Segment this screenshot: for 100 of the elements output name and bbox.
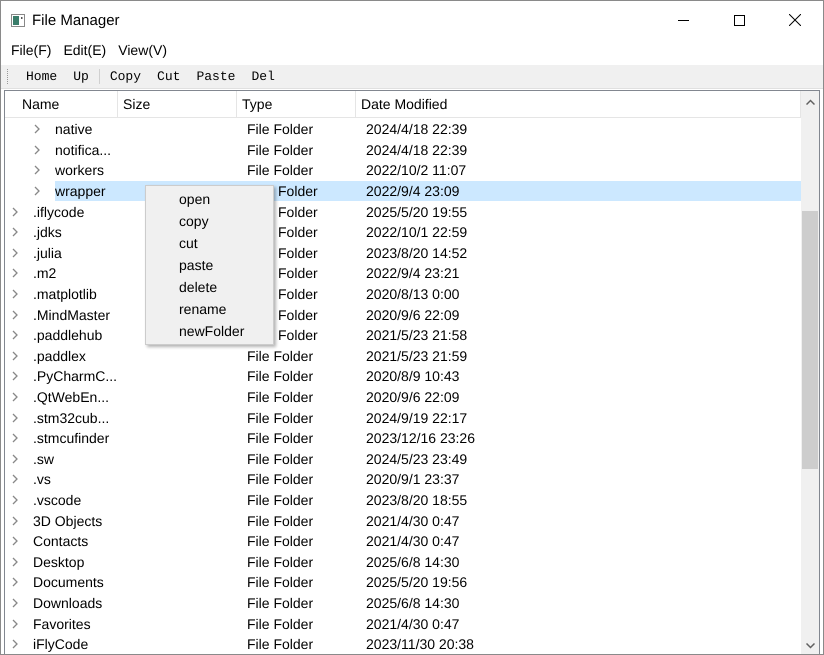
file-type: File Folder — [246, 368, 314, 384]
file-type: File Folder — [246, 142, 314, 158]
file-name[interactable]: notifica... — [55, 142, 124, 158]
app-icon — [11, 14, 25, 26]
toolbar-button[interactable]: Up — [65, 69, 97, 84]
date-modified: 2021/4/30 0:47 — [365, 616, 460, 632]
file-type: File Folder — [246, 471, 314, 488]
file-type: Folder — [277, 204, 319, 220]
file-type: File Folder — [246, 348, 314, 364]
menu-item[interactable]: View(V) — [112, 42, 173, 58]
file-type: File Folder — [246, 430, 314, 446]
file-type: File Folder — [246, 574, 314, 590]
file-type: Folder — [277, 306, 319, 323]
date-modified: 2022/9/4 23:09 — [365, 183, 460, 200]
date-modified: 2024/4/18 22:39 — [365, 142, 468, 158]
date-modified: 2020/9/6 22:09 — [365, 389, 460, 406]
file-type: File Folder — [246, 616, 314, 632]
file-name[interactable]: Desktop — [33, 554, 124, 570]
date-modified: 2023/12/16 23:26 — [365, 430, 476, 446]
file-type: Folder — [277, 265, 319, 282]
file-type: Folder — [277, 244, 319, 261]
file-name[interactable]: .julia — [33, 244, 124, 261]
file-type: File Folder — [246, 162, 314, 178]
file-name[interactable]: Favorites — [33, 616, 124, 632]
file-type: File Folder — [246, 492, 314, 508]
file-name[interactable]: .iflycode — [33, 204, 124, 220]
toolbar-button[interactable]: Del — [243, 69, 283, 84]
file-name[interactable]: iFlyCode — [33, 636, 124, 652]
date-modified: 2021/4/30 0:47 — [365, 533, 460, 550]
menu-item[interactable]: Edit(E) — [57, 42, 112, 58]
file-name[interactable]: .jdks — [33, 224, 124, 240]
toolbar-button[interactable]: Cut — [149, 69, 188, 84]
file-name[interactable]: .stm32cub... — [33, 410, 124, 426]
file-type: File Folder — [246, 450, 314, 467]
chevron-down-icon — [806, 643, 814, 649]
date-modified: 2025/6/8 14:30 — [365, 594, 460, 611]
file-type: Folder — [277, 183, 319, 200]
date-modified: 2022/10/1 22:59 — [365, 224, 468, 240]
toolbar-button[interactable]: Paste — [188, 69, 244, 84]
menu-item[interactable]: File(F) — [5, 42, 58, 58]
context-menu-item[interactable]: open — [146, 188, 273, 210]
file-name[interactable]: .m2 — [33, 265, 124, 282]
file-name[interactable]: .sw — [33, 450, 124, 467]
file-type: Folder — [277, 327, 319, 344]
file-type: File Folder — [246, 389, 314, 406]
scrollbar[interactable] — [801, 91, 819, 654]
date-modified: 2024/9/19 22:17 — [365, 410, 468, 426]
file-name[interactable]: .paddlex — [33, 348, 124, 364]
date-modified: 2025/5/20 19:55 — [365, 204, 468, 220]
maximize-icon — [734, 14, 744, 26]
context-menu-item[interactable]: delete — [146, 276, 273, 298]
chevron-up-icon — [806, 99, 814, 105]
close-icon — [789, 14, 801, 26]
file-type: Folder — [277, 224, 319, 240]
file-name[interactable]: .vscode — [33, 492, 124, 508]
file-name[interactable]: native — [55, 121, 124, 138]
file-name[interactable]: .MindMaster — [33, 306, 124, 323]
date-modified: 2020/9/1 23:37 — [365, 471, 460, 488]
file-name[interactable]: .PyCharmC... — [33, 368, 124, 384]
file-type: File Folder — [246, 121, 314, 138]
file-name[interactable]: 3D Objects — [33, 512, 124, 529]
date-modified: 2023/11/30 20:38 — [365, 636, 475, 652]
date-modified: 2025/6/8 14:30 — [365, 554, 460, 570]
date-modified: 2020/8/9 10:43 — [365, 368, 460, 384]
toolbar-button[interactable]: Home — [18, 69, 66, 84]
window-title: File Manager — [32, 12, 120, 28]
date-modified: 2021/5/23 21:59 — [365, 348, 468, 364]
context-menu-item[interactable]: copy — [146, 210, 273, 232]
file-type: Folder — [277, 286, 319, 302]
context-menu-item[interactable]: rename — [146, 298, 273, 320]
date-modified: 2020/9/6 22:09 — [365, 306, 460, 323]
context-menu-item[interactable]: cut — [146, 232, 273, 254]
context-menu-item[interactable]: newFolder — [146, 320, 273, 342]
file-name[interactable]: .matplotlib — [33, 286, 124, 302]
date-modified: 2021/4/30 0:47 — [365, 512, 460, 529]
date-modified: 2022/10/2 11:07 — [365, 162, 468, 178]
file-name[interactable]: Documents — [33, 574, 124, 590]
file-name[interactable]: Downloads — [33, 594, 124, 611]
file-type: File Folder — [246, 636, 314, 652]
file-type: File Folder — [246, 410, 314, 426]
file-name[interactable]: .QtWebEn... — [33, 389, 124, 406]
file-type: File Folder — [246, 594, 314, 611]
file-name[interactable]: Contacts — [33, 533, 124, 550]
scrollbar-thumb[interactable] — [802, 211, 818, 469]
file-name[interactable]: .stmcufinder — [33, 430, 124, 446]
toolbar-button[interactable]: Copy — [102, 69, 150, 84]
file-name[interactable]: workers — [55, 162, 124, 178]
file-type: File Folder — [246, 554, 314, 570]
date-modified: 2023/8/20 14:52 — [365, 244, 468, 261]
date-modified: 2024/5/23 23:49 — [365, 450, 468, 467]
context-menu-item[interactable]: paste — [146, 254, 273, 276]
file-name[interactable]: .paddlehub — [33, 327, 124, 344]
date-modified: 2021/5/23 21:58 — [365, 327, 468, 344]
date-modified: 2024/4/18 22:39 — [365, 121, 468, 138]
file-type: File Folder — [246, 533, 314, 550]
file-name[interactable]: .vs — [33, 471, 124, 488]
file-type: File Folder — [246, 512, 314, 529]
date-modified: 2022/9/4 23:21 — [365, 265, 460, 282]
date-modified: 2023/8/20 18:55 — [365, 492, 468, 508]
date-modified: 2025/5/20 19:56 — [365, 574, 468, 590]
